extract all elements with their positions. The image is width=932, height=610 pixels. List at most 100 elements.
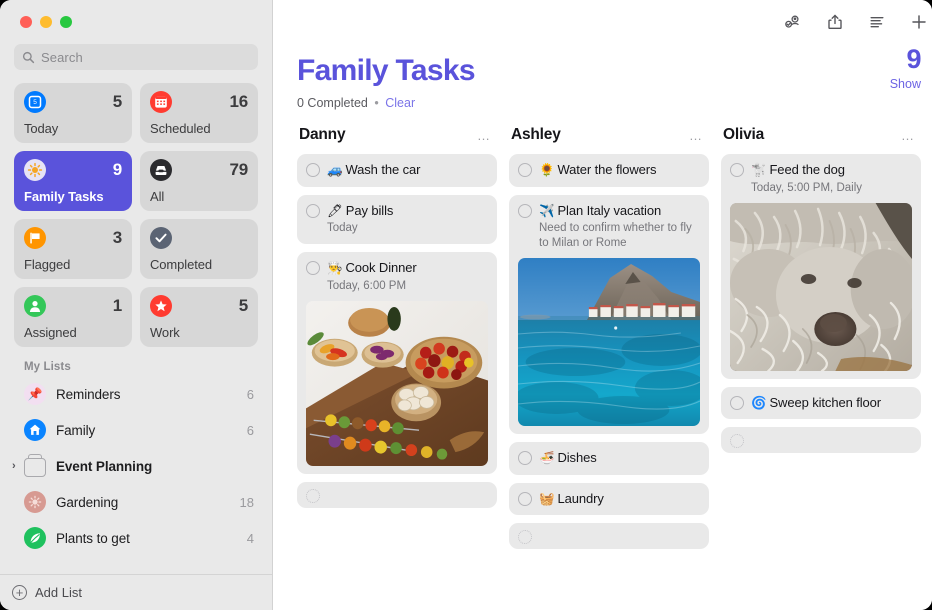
column-menu-button[interactable]: …	[689, 129, 703, 142]
task-card[interactable]: 👨‍🍳Cook Dinner Today, 6:00 PM	[297, 252, 497, 474]
smart-list-label: Family Tasks	[24, 189, 122, 204]
smart-list-label: Completed	[150, 257, 248, 272]
share-people-icon[interactable]	[783, 12, 803, 32]
sidebar-item-reminders[interactable]: 📌 Reminders 6	[0, 376, 272, 412]
window-controls	[0, 0, 272, 44]
sidebar-item-family[interactable]: Family 6	[0, 412, 272, 448]
house-icon	[24, 419, 46, 441]
smart-list-count: 5	[113, 92, 122, 112]
complete-toggle[interactable]	[730, 396, 744, 410]
task-card[interactable]: ✈️Plan Italy vacation Need to confirm wh…	[509, 195, 709, 435]
new-task-placeholder[interactable]	[721, 427, 921, 453]
list-label: Event Planning	[56, 459, 244, 474]
sun-icon	[24, 491, 46, 513]
column-title: Ashley	[511, 126, 561, 144]
list-label: Gardening	[56, 495, 230, 510]
sidebar-item-event-planning[interactable]: › Event Planning	[0, 448, 272, 484]
task-card[interactable]: 🍜Dishes	[509, 442, 709, 475]
complete-toggle[interactable]	[518, 204, 532, 218]
task-title-row: 🖊Pay bills	[327, 203, 488, 220]
column-header: Danny …	[297, 124, 497, 146]
task-card[interactable]: 🐩Feed the dog Today, 5:00 PM, Daily	[721, 154, 921, 379]
view-options-icon[interactable]	[867, 12, 887, 32]
complete-toggle[interactable]	[518, 163, 532, 177]
inbox-icon	[150, 159, 172, 181]
smart-list-count: 5	[239, 296, 248, 316]
task-date: Today, 6:00 PM	[327, 279, 488, 294]
task-date: Today, 5:00 PM, Daily	[751, 181, 912, 196]
smart-list-completed[interactable]: Completed	[140, 219, 258, 279]
task-attachment-image-food[interactable]	[306, 301, 488, 466]
close-button[interactable]	[20, 16, 32, 28]
leaf-icon	[24, 527, 46, 549]
task-card[interactable]: 🚙Wash the car	[297, 154, 497, 187]
task-title-row: 🚙Wash the car	[327, 162, 488, 179]
complete-toggle-placeholder[interactable]	[306, 489, 320, 503]
smart-list-count: 9	[113, 160, 122, 180]
task-attachment-image-dog[interactable]	[730, 203, 912, 371]
smart-list-all[interactable]: 79 All	[140, 151, 258, 211]
list-count: 18	[240, 495, 254, 510]
smart-list-family-tasks[interactable]: 9 Family Tasks	[14, 151, 132, 211]
list-count: 6	[247, 387, 254, 402]
column-title: Olivia	[723, 126, 764, 144]
smart-list-today[interactable]: 5 5 Today	[14, 83, 132, 143]
search-input[interactable]: Search	[14, 44, 258, 70]
minimize-button[interactable]	[40, 16, 52, 28]
task-title-row: ✈️Plan Italy vacation	[539, 203, 700, 220]
task-card[interactable]: 🧺Laundry	[509, 483, 709, 516]
smart-list-scheduled[interactable]: 16 Scheduled	[140, 83, 258, 143]
task-card[interactable]: 🌻Water the flowers	[509, 154, 709, 187]
show-button[interactable]: Show	[890, 77, 921, 91]
group-folder-icon	[24, 458, 46, 477]
smart-list-count: 1	[113, 296, 122, 316]
column-menu-button[interactable]: …	[477, 129, 491, 142]
complete-toggle[interactable]	[306, 204, 320, 218]
task-attachment-image-coast[interactable]	[518, 258, 700, 426]
smart-list-flagged[interactable]: 3 Flagged	[14, 219, 132, 279]
complete-toggle[interactable]	[730, 163, 744, 177]
person-icon	[24, 295, 46, 317]
sidebar-item-plants-to-get[interactable]: Plants to get 4	[0, 520, 272, 556]
calendar-days-icon	[150, 91, 172, 113]
add-list-button[interactable]: + Add List	[0, 574, 272, 610]
complete-toggle[interactable]	[306, 163, 320, 177]
task-list: 🚙Wash the car 🖊Pay bills	[297, 154, 497, 508]
complete-toggle[interactable]	[518, 451, 532, 465]
task-card[interactable]: 🖊Pay bills Today	[297, 195, 497, 245]
task-emoji: 🌻	[539, 163, 554, 177]
complete-toggle-placeholder[interactable]	[518, 530, 532, 544]
task-emoji: 🖊	[327, 204, 343, 218]
task-emoji: 🚙	[327, 163, 342, 177]
task-title: Dishes	[557, 450, 596, 465]
smart-list-work[interactable]: 5 Work	[140, 287, 258, 347]
complete-toggle-placeholder[interactable]	[730, 434, 744, 448]
column-header: Olivia …	[721, 124, 921, 146]
share-icon[interactable]	[825, 12, 845, 32]
clear-button[interactable]: Clear	[385, 96, 415, 110]
task-card[interactable]: 🌀Sweep kitchen floor	[721, 387, 921, 420]
column-menu-button[interactable]: …	[901, 129, 915, 142]
smart-list-count: 16	[229, 92, 248, 112]
calendar-icon: 5	[24, 91, 46, 113]
new-task-placeholder[interactable]	[297, 482, 497, 508]
task-emoji: 👨‍🍳	[327, 261, 342, 275]
zoom-button[interactable]	[60, 16, 72, 28]
task-title: Water the flowers	[557, 162, 656, 177]
task-date: Today	[327, 221, 488, 236]
smart-list-count: 79	[229, 160, 248, 180]
task-title: Pay bills	[346, 203, 394, 218]
list-label: Family	[56, 423, 237, 438]
smart-list-assigned[interactable]: 1 Assigned	[14, 287, 132, 347]
list-label: Plants to get	[56, 531, 237, 546]
main-content: Family Tasks 0 Completed • Clear 9 Show …	[273, 0, 932, 610]
smart-list-label: Assigned	[24, 325, 122, 340]
complete-toggle[interactable]	[306, 261, 320, 275]
task-note: Need to confirm whether to fly to Milan …	[539, 221, 700, 251]
smart-lists-grid: 5 5 Today	[0, 83, 272, 347]
complete-toggle[interactable]	[518, 492, 532, 506]
new-task-placeholder[interactable]	[509, 523, 709, 549]
sidebar-item-gardening[interactable]: Gardening 18	[0, 484, 272, 520]
chevron-right-icon[interactable]: ›	[12, 460, 16, 472]
add-reminder-icon[interactable]	[909, 12, 929, 32]
